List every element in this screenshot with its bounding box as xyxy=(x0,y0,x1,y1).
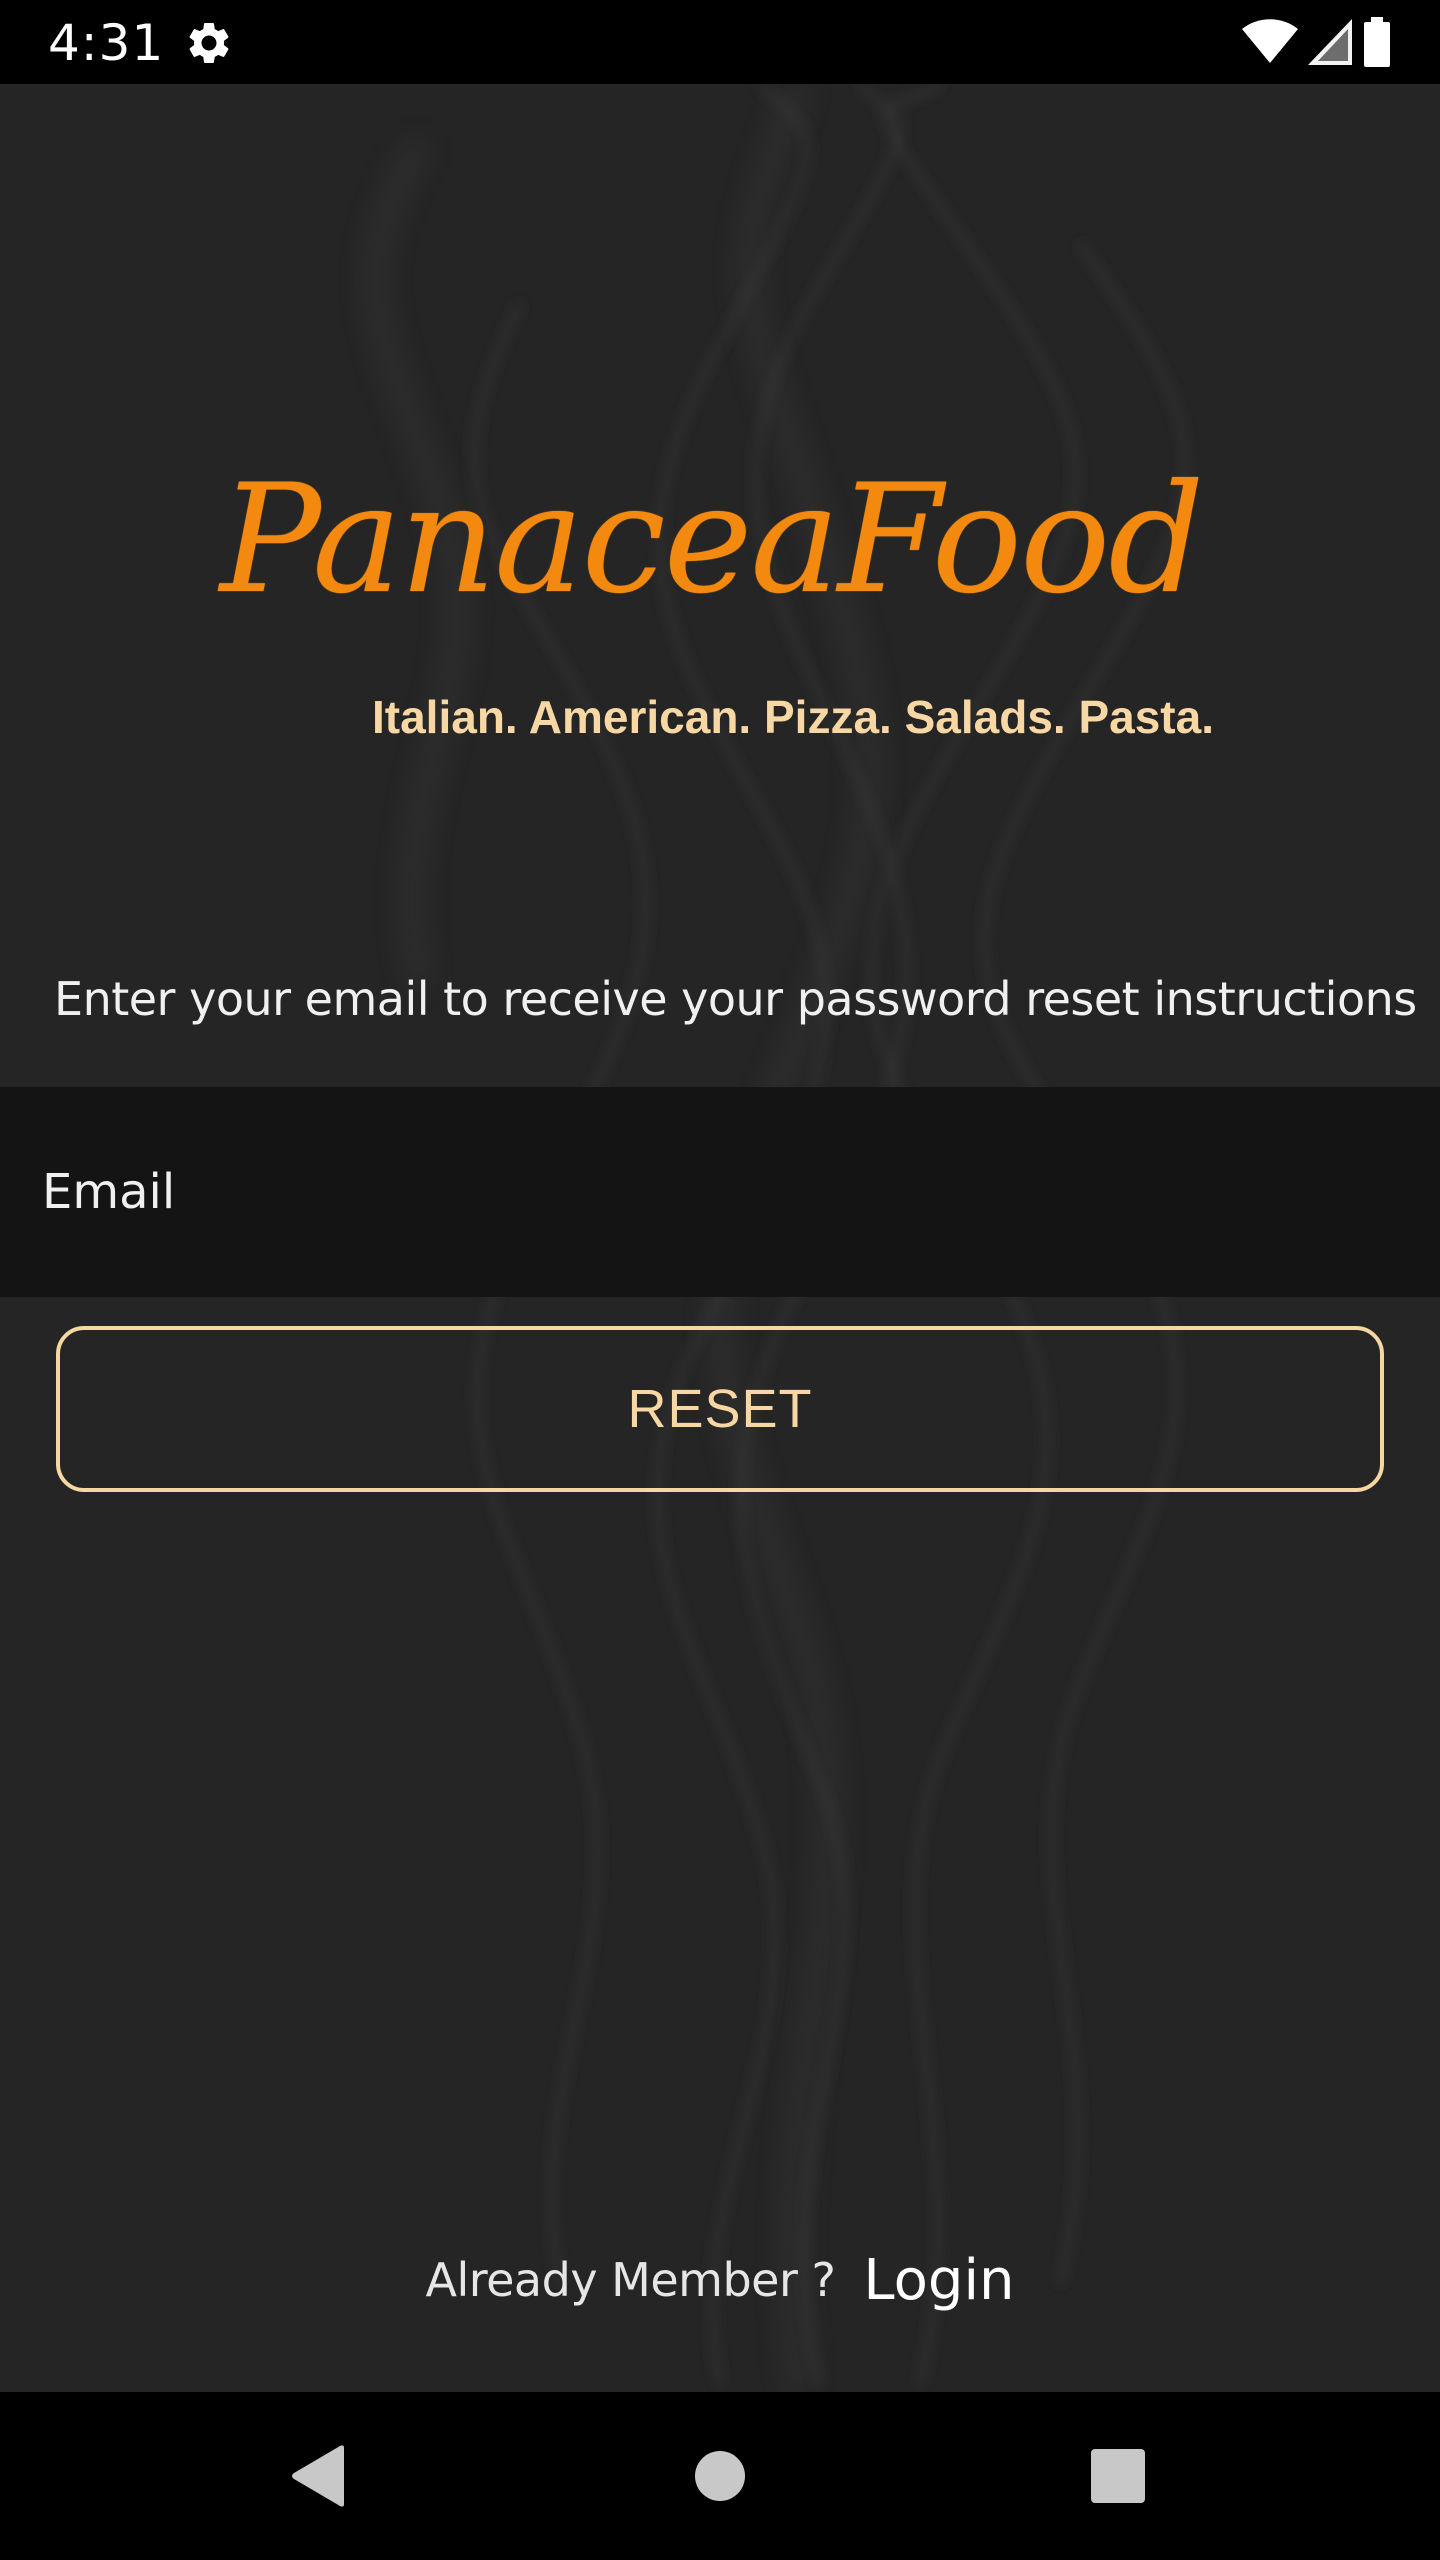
forgot-password-screen: 4:31 PanaceaFood Italian. American. Pizz… xyxy=(0,0,1440,2560)
recents-button[interactable] xyxy=(1034,2392,1202,2560)
email-field[interactable] xyxy=(0,1087,1440,1297)
reset-instructions: Enter your email to receive your passwor… xyxy=(54,972,1417,1026)
home-button[interactable] xyxy=(636,2392,804,2560)
reset-button[interactable]: RESET xyxy=(56,1326,1384,1492)
status-bar: 4:31 xyxy=(0,0,1440,84)
status-time: 4:31 xyxy=(48,14,165,72)
gear-icon xyxy=(189,22,229,63)
reset-button-label: RESET xyxy=(627,1379,813,1439)
back-icon xyxy=(292,2445,344,2507)
battery-icon xyxy=(1364,17,1390,67)
tagline: Italian. American. Pizza. Salads. Pasta. xyxy=(372,691,1214,743)
status-icons xyxy=(1242,16,1392,68)
login-link[interactable]: Login xyxy=(863,2248,1014,2313)
app-logo: PanaceaFood xyxy=(220,453,1204,627)
login-prompt: Already Member ? Login xyxy=(0,2240,1440,2320)
back-button[interactable] xyxy=(234,2392,402,2560)
recents-icon xyxy=(1091,2449,1145,2503)
wifi-icon xyxy=(1242,19,1298,63)
home-icon xyxy=(695,2451,745,2501)
already-member-text: Already Member ? xyxy=(425,2253,836,2307)
navigation-bar xyxy=(0,2392,1440,2560)
cell-signal-icon xyxy=(1308,19,1352,65)
